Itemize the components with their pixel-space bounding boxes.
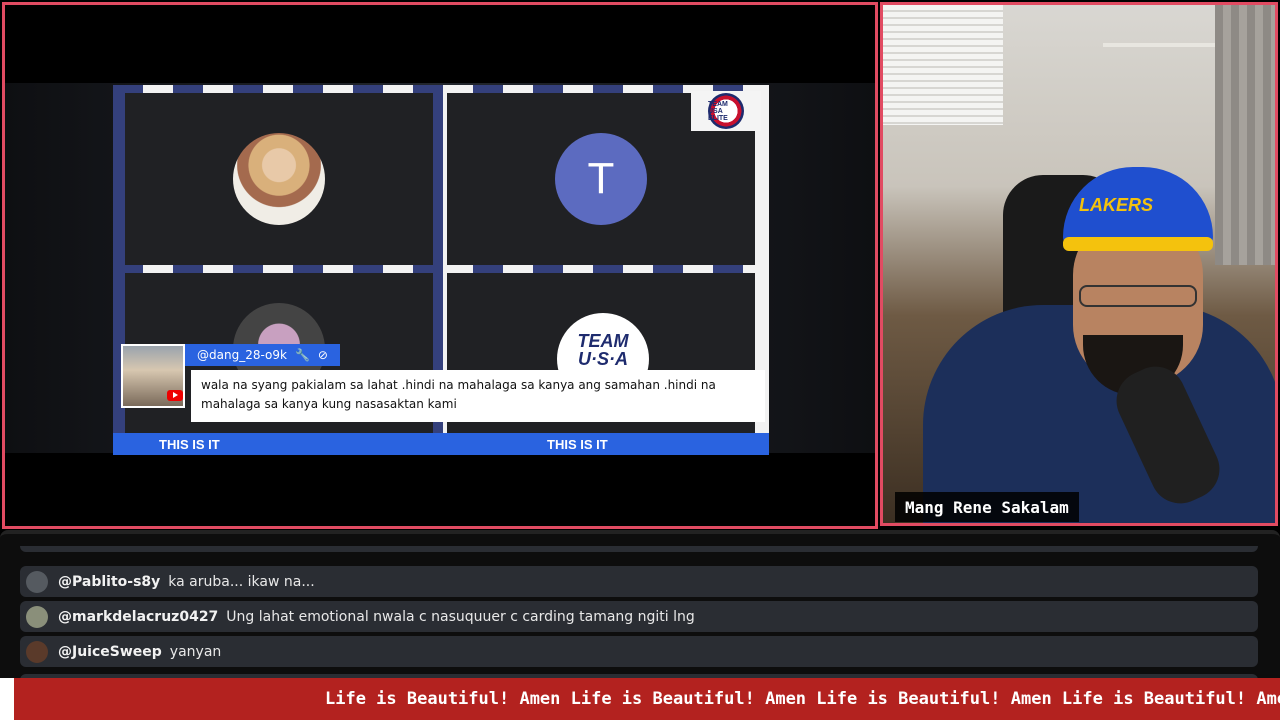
chat-avatar bbox=[26, 640, 48, 663]
youtube-icon bbox=[167, 390, 183, 401]
featured-comment: @dang_28-o9k 🔧 ⊘ wala na syang pakialam … bbox=[121, 340, 765, 422]
curtain bbox=[1215, 5, 1275, 265]
chat-avatar bbox=[26, 570, 48, 593]
team-logo-badge: TEAM USA ELITE bbox=[708, 93, 744, 129]
name-bar-right: THIS IS IT bbox=[437, 433, 769, 455]
participant-avatar bbox=[233, 133, 325, 225]
streamer-name-label: Mang Rene Sakalam bbox=[895, 492, 1079, 522]
stream-layout: T TEAM USA ELITE TEAM U·S·A ELITE THIS I… bbox=[0, 0, 1280, 720]
team-usa-elite-logo: TEAM USA ELITE bbox=[691, 91, 761, 131]
participant-tile-1[interactable] bbox=[125, 93, 433, 265]
chat-text: ka aruba... ikaw na... bbox=[168, 573, 315, 590]
scrolling-ticker: Life is Beautiful! Amen Life is Beautifu… bbox=[0, 678, 1280, 720]
comment-text: wala na syang pakialam sa lahat .hindi n… bbox=[191, 370, 765, 422]
comment-handle: @dang_28-o9k bbox=[197, 348, 287, 362]
chat-username: @markdelacruz0427 bbox=[58, 608, 219, 625]
cap-logo-text: LAKERS bbox=[1079, 195, 1154, 215]
name-bar-left: THIS IS IT bbox=[113, 433, 437, 455]
wrench-icon: 🔧 bbox=[294, 348, 310, 362]
chat-text: Ung lahat emotional nwala c nasuquuer c … bbox=[226, 608, 695, 625]
ticker-text: Life is Beautiful! Amen Life is Beautifu… bbox=[325, 689, 1280, 709]
chat-message: @JuiceSweep yanyan bbox=[20, 636, 1258, 667]
webcam-panel: LAKERS Mang Rene Sakalam bbox=[880, 2, 1278, 526]
ticker-edge bbox=[0, 678, 14, 720]
glasses bbox=[1079, 285, 1197, 307]
cap-brim bbox=[1063, 237, 1213, 251]
chat-avatar bbox=[26, 605, 48, 628]
window-blinds bbox=[883, 5, 1003, 125]
shelf bbox=[1103, 43, 1223, 47]
chat-text: yanyan bbox=[169, 643, 222, 660]
participant-letter-avatar: T bbox=[555, 133, 647, 225]
chat-username: @Pablito-s8y bbox=[58, 573, 161, 590]
comment-handle-bar: @dang_28-o9k 🔧 ⊘ bbox=[185, 344, 340, 366]
chat-row-partial bbox=[20, 546, 1258, 552]
screen-share-panel: T TEAM USA ELITE TEAM U·S·A ELITE THIS I… bbox=[2, 2, 878, 529]
chat-message: @Pablito-s8y ka aruba... ikaw na... bbox=[20, 566, 1258, 597]
chat-username: @JuiceSweep bbox=[58, 643, 162, 660]
chat-message: @markdelacruz0427 Ung lahat emotional nw… bbox=[20, 601, 1258, 632]
verified-icon: ⊘ bbox=[317, 348, 328, 362]
live-chat: @Pablito-s8y ka aruba... ikaw na... @mar… bbox=[0, 530, 1280, 684]
